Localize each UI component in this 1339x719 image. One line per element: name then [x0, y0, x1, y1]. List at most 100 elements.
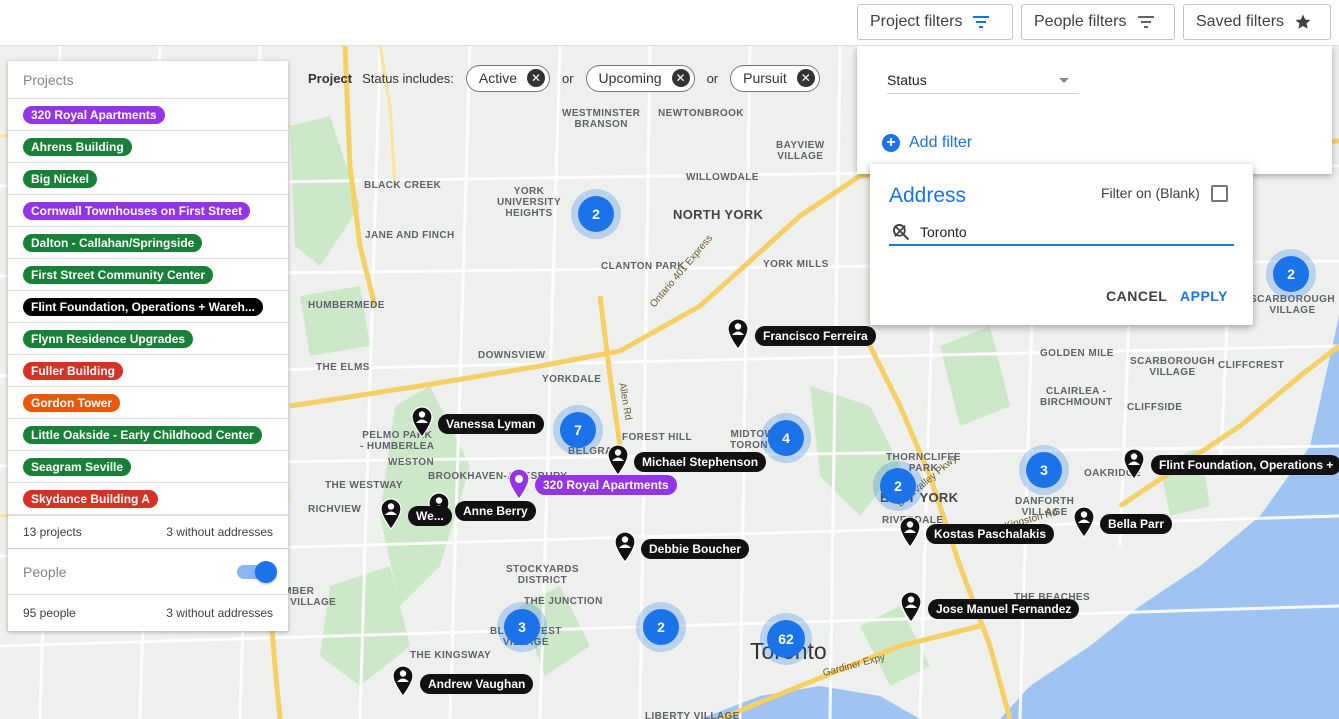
place-liberty-village: LIBERTY VILLAGE	[645, 711, 740, 719]
caret-down-icon	[1059, 78, 1069, 83]
chip-label: Upcoming	[598, 70, 662, 86]
map-cluster[interactable]: 2	[578, 196, 614, 232]
pin-label[interactable]: Bella Parr	[1100, 514, 1173, 534]
person-pin-icon[interactable]	[411, 406, 433, 438]
map-cluster[interactable]: 2	[880, 468, 916, 504]
saved-filters-button[interactable]: Saved filters	[1183, 4, 1331, 40]
place-jane-and-finch: JANE AND FINCH	[365, 230, 455, 241]
people-summary: 95 people 3 without addresses	[8, 595, 288, 631]
project-list-item[interactable]: First Street Community Center	[8, 259, 288, 291]
place-the-kingsway: THE KINGSWAY	[410, 650, 492, 661]
pin-label[interactable]: 320 Royal Apartments	[535, 475, 677, 495]
project-list-item[interactable]: Skydance Building A	[8, 483, 288, 515]
map-cluster[interactable]: 2	[1273, 256, 1309, 292]
chip-remove-icon[interactable]: ✕	[526, 69, 545, 87]
place-black-creek: BLACK CREEK	[364, 180, 442, 191]
project-list-item[interactable]: Cornwall Townhouses on First Street	[8, 195, 288, 227]
people-toggle[interactable]	[237, 560, 277, 583]
pin-label[interactable]: Francisco Ferreira	[755, 326, 876, 346]
map-cluster[interactable]: 7	[560, 412, 596, 448]
project-pin-icon[interactable]	[508, 468, 530, 500]
person-pin-icon[interactable]	[380, 498, 402, 530]
project-list-item[interactable]: Flynn Residence Upgrades	[8, 323, 288, 355]
project-list-item[interactable]: Little Oakside - Early Childhood Center	[8, 419, 288, 451]
person-pin-icon[interactable]	[392, 665, 414, 697]
chip-pursuit: Pursuit ✕	[730, 64, 820, 92]
pin-label[interactable]: Flint Foundation, Operations +	[1151, 455, 1339, 475]
people-count: 95 people	[23, 606, 76, 620]
chip-remove-icon[interactable]: ✕	[671, 69, 690, 87]
place-york-university-heights: YORK UNIVERSITY HEIGHTS	[497, 186, 562, 219]
project-list-item[interactable]: Fuller Building	[8, 355, 288, 387]
project-tag: Little Oakside - Early Childhood Center	[23, 425, 262, 444]
place-forest-hill: FOREST HILL	[622, 432, 692, 443]
chip-or: or	[706, 70, 719, 86]
person-pin-icon[interactable]	[607, 444, 629, 476]
add-filter-label: Add filter	[909, 134, 973, 151]
projects-header: Projects	[8, 61, 288, 99]
pin-label[interactable]: We...	[408, 506, 452, 526]
person-pin-icon[interactable]	[1123, 448, 1145, 480]
pin-label[interactable]: Jose Manuel Fernandez	[928, 599, 1080, 619]
filter-icon	[973, 16, 990, 28]
apply-button[interactable]: APPLY	[1180, 288, 1228, 304]
address-dialog-title: Address	[889, 184, 967, 207]
project-list-item[interactable]: Gordon Tower	[8, 387, 288, 419]
people-filters-button[interactable]: People filters	[1021, 4, 1175, 40]
chip-remove-icon[interactable]: ✕	[796, 69, 815, 87]
address-search-input[interactable]	[920, 222, 1200, 242]
chip-active: Active ✕	[465, 64, 550, 92]
map-cluster[interactable]: 3	[504, 609, 540, 645]
project-list-item[interactable]: Dalton - Callahan/Springside	[8, 227, 288, 259]
pin-label[interactable]: Debbie Boucher	[641, 539, 750, 559]
project-tag: Dalton - Callahan/Springside	[23, 233, 203, 252]
project-tag: First Street Community Center	[23, 265, 214, 284]
pin-label[interactable]: Kostas Paschalakis	[926, 524, 1055, 544]
place-westminster-branson: WESTMINSTER BRANSON	[562, 108, 641, 130]
map-cluster[interactable]: 2	[643, 609, 679, 645]
place-bella-scarborough: SCARBOROUGH VILLAGE	[1250, 294, 1335, 316]
cancel-button[interactable]: CANCEL	[1106, 288, 1167, 304]
project-list-item[interactable]: Ahrens Building	[8, 131, 288, 163]
person-pin-icon[interactable]	[900, 591, 922, 623]
project-list-item[interactable]: Big Nickel	[8, 163, 288, 195]
project-list-item[interactable]: 320 Royal Apartments	[8, 99, 288, 131]
person-pin-icon[interactable]	[899, 516, 921, 548]
project-list-item[interactable]: Seagram Seville	[8, 451, 288, 483]
pin-label[interactable]: Andrew Vaughan	[420, 674, 534, 694]
add-filter-button[interactable]: + Add filter	[882, 134, 972, 152]
address-filter-dialog: Address Filter on (Blank) CANCEL APPLY	[870, 164, 1253, 325]
person-pin-icon[interactable]	[614, 531, 636, 563]
place-richview: RICHVIEW	[308, 504, 362, 515]
people-row: People	[8, 549, 288, 595]
place-golden-mile: GOLDEN MILE	[1040, 348, 1114, 359]
place-newtonbrook: NEWTONBROOK	[658, 108, 744, 119]
project-tag: Cornwall Townhouses on First Street	[23, 201, 251, 220]
map-cluster[interactable]: 3	[1026, 452, 1062, 488]
project-tag: Big Nickel	[23, 169, 98, 188]
project-filters-button[interactable]: Project filters	[857, 4, 1013, 40]
map-cluster[interactable]: 62	[767, 620, 805, 658]
toggle-knob	[255, 560, 277, 583]
clear-icon[interactable]	[891, 222, 909, 240]
pin-label[interactable]: Michael Stephenson	[634, 452, 767, 472]
person-pin-icon[interactable]	[727, 318, 749, 350]
projects-list: 320 Royal Apartments Ahrens Building Big N…	[8, 99, 288, 515]
projects-count: 13 projects	[23, 525, 82, 539]
projects-without-addresses: 3 without addresses	[166, 525, 273, 539]
filter-blank-label: Filter on (Blank)	[1101, 185, 1200, 201]
chiprow-status-text: Status includes:	[362, 70, 454, 86]
place-downsview: DOWNSVIEW	[478, 350, 546, 361]
address-search-field	[889, 218, 1234, 246]
project-list-item[interactable]: Flint Foundation, Operations + Wareh...	[8, 291, 288, 323]
place-the-junction: THE JUNCTION	[524, 596, 603, 607]
status-select[interactable]: Status	[887, 66, 1079, 94]
filter-blank-checkbox[interactable]	[1211, 185, 1228, 202]
project-tag: Gordon Tower	[23, 393, 121, 412]
pin-label[interactable]: Vanessa Lyman	[438, 414, 544, 434]
person-pin-icon[interactable]	[1073, 506, 1095, 538]
place-scarborough-village: SCARBOROUGH VILLAGE	[1130, 356, 1215, 378]
project-filter-chips: Project Status includes: Active ✕ or Upc…	[308, 64, 832, 92]
pin-label[interactable]: Anne Berry	[455, 501, 536, 521]
map-cluster[interactable]: 4	[768, 420, 804, 456]
